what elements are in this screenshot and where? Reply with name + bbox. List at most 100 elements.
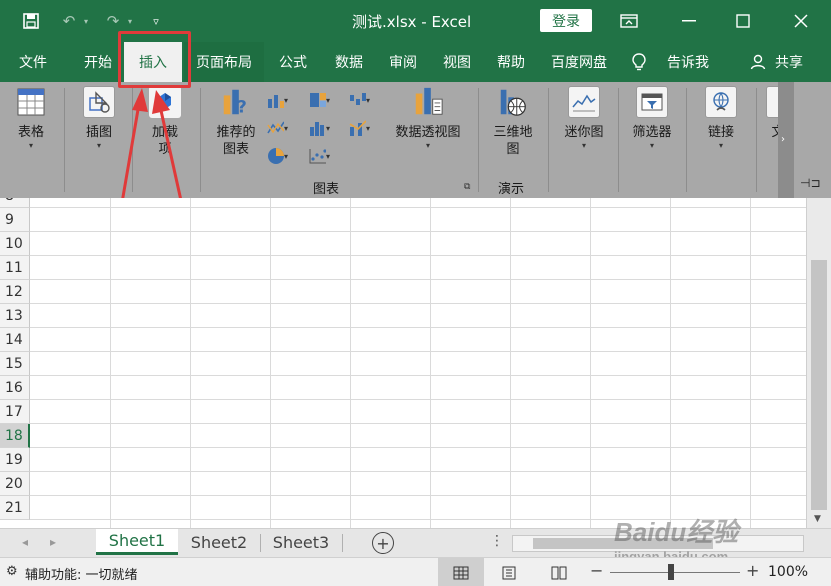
ribbon-scroll-right-icon: › — [781, 134, 785, 145]
row-header[interactable]: 21 — [0, 496, 30, 520]
ribbon-filters-button[interactable]: 筛选器 ▾ — [626, 86, 678, 150]
tell-me-search[interactable]: 告诉我 — [660, 42, 716, 82]
zoom-out-icon[interactable]: − — [590, 561, 603, 580]
pivot-chart-dropdown-icon: ▾ — [425, 141, 430, 150]
zoom-level[interactable]: 100% — [768, 564, 808, 580]
ribbon-separator — [548, 88, 549, 192]
links-label: 链接 — [707, 125, 734, 140]
add-sheet-icon[interactable]: + — [372, 532, 394, 554]
minimize-icon[interactable] — [674, 0, 704, 42]
pie-chart-icon[interactable]: ▾ — [266, 146, 288, 166]
sheet-prev-icon[interactable]: ◂ — [22, 535, 28, 549]
tab-help[interactable]: 帮助 — [486, 42, 536, 82]
row-header[interactable]: 12 — [0, 280, 30, 304]
row-header[interactable]: 17 — [0, 400, 30, 424]
sheet-separator — [342, 534, 343, 552]
sheet-tab-2[interactable]: Sheet2 — [180, 529, 258, 555]
save-icon[interactable] — [14, 0, 48, 42]
row-header[interactable]: 20 — [0, 472, 30, 496]
table-dropdown-icon: ▾ — [28, 141, 33, 150]
ribbon-display-options-icon[interactable] — [614, 0, 644, 42]
row-header[interactable]: 9 — [0, 208, 30, 232]
watermark-brand: Baidu经验 — [614, 517, 739, 547]
gridline — [670, 198, 671, 528]
ribbon-3d-map-button[interactable]: 三维地 图 — [486, 86, 540, 158]
lightbulb-icon[interactable] — [628, 42, 650, 82]
undo-dropdown-icon[interactable]: ▾ — [80, 0, 92, 42]
normal-view-icon[interactable] — [438, 558, 484, 586]
vertical-scroll-thumb[interactable] — [811, 260, 827, 510]
hierarchy-chart-icon[interactable]: ▾ — [308, 90, 330, 110]
page-layout-view-icon[interactable] — [486, 558, 532, 586]
statistic-chart-icon[interactable]: ▾ — [308, 118, 330, 138]
tab-file[interactable]: 文件 — [4, 42, 62, 82]
accessibility-status[interactable]: 辅助功能: 一切就绪 — [25, 564, 138, 583]
zoom-slider[interactable] — [610, 572, 740, 573]
login-button[interactable]: 登录 — [540, 9, 592, 32]
tab-baidu-netdisk[interactable]: 百度网盘 — [542, 42, 616, 82]
waterfall-chart-icon[interactable]: ▾ — [348, 90, 370, 110]
gridline — [750, 198, 751, 528]
tab-formulas[interactable]: 公式 — [268, 42, 318, 82]
ribbon-scroll-strip[interactable]: › — [778, 82, 794, 198]
recommended-charts-label: 推荐的 图表 — [216, 125, 256, 157]
sparklines-dropdown-icon: ▾ — [581, 141, 586, 150]
ribbon-recommended-charts-button[interactable]: ? 推荐的 图表 — [210, 86, 262, 158]
ribbon-links-button[interactable]: 链接 ▾ — [696, 86, 746, 150]
filters-label: 筛选器 — [632, 125, 672, 140]
tab-data[interactable]: 数据 — [324, 42, 374, 82]
pivot-chart-label: 数据透视图 — [395, 125, 461, 140]
row-header[interactable]: 10 — [0, 232, 30, 256]
row-header[interactable]: 8 — [0, 198, 30, 208]
share-button[interactable]: 共享 — [770, 42, 808, 82]
gridline — [30, 303, 806, 304]
row-header[interactable]: 15 — [0, 352, 30, 376]
zoom-slider-thumb[interactable] — [668, 564, 674, 580]
line-chart-icon[interactable]: ▾ — [266, 118, 288, 138]
sheet-separator — [260, 534, 261, 552]
svg-text:?: ? — [237, 96, 247, 116]
row-header[interactable]: 16 — [0, 376, 30, 400]
combo-chart-icon[interactable]: ▾ — [348, 118, 370, 138]
row-header[interactable]: 13 — [0, 304, 30, 328]
sheet-next-icon[interactable]: ▸ — [50, 535, 56, 549]
gridline — [30, 447, 806, 448]
links-dropdown-icon: ▾ — [718, 141, 723, 150]
gridline — [30, 279, 806, 280]
gridline — [30, 471, 806, 472]
pin-ribbon-icon[interactable]: ⊣⊐ — [800, 176, 821, 190]
gridline — [30, 351, 806, 352]
tab-view[interactable]: 视图 — [432, 42, 482, 82]
row-header[interactable]: 14 — [0, 328, 30, 352]
ribbon-table-button[interactable]: 表格 ▾ — [8, 86, 54, 150]
worksheet-grid[interactable]: 8 9 10 11 12 13 14 15 16 17 18 19 20 21 — [0, 198, 806, 528]
gridline — [270, 198, 271, 528]
person-icon[interactable] — [746, 42, 770, 82]
ribbon-pivot-chart-button[interactable]: 数据透视图 ▾ — [388, 86, 468, 150]
vertical-scrollbar[interactable]: ▼ — [806, 198, 831, 528]
maximize-icon[interactable] — [728, 0, 758, 42]
charts-dialog-launcher-icon[interactable]: ⧉ — [464, 182, 470, 192]
accessibility-icon[interactable]: ⚙ — [6, 564, 18, 579]
sparklines-label: 迷你图 — [564, 125, 604, 140]
sparkline-icon — [568, 86, 600, 118]
tab-review[interactable]: 审阅 — [378, 42, 428, 82]
close-icon[interactable] — [786, 0, 816, 42]
ribbon-separator — [686, 88, 687, 192]
column-chart-icon[interactable]: ▾ — [266, 90, 288, 110]
ribbon-sparklines-button[interactable]: 迷你图 ▾ — [558, 86, 610, 150]
scatter-chart-icon[interactable]: ▾ — [308, 146, 330, 166]
link-globe-icon — [705, 86, 737, 118]
sheet-tab-3[interactable]: Sheet3 — [262, 529, 340, 555]
scroll-down-icon[interactable]: ▼ — [814, 514, 821, 524]
filter-icon — [636, 86, 668, 118]
zoom-in-icon[interactable]: + — [746, 561, 759, 580]
tab-page-layout[interactable]: 页面布局 — [184, 42, 264, 82]
page-break-view-icon[interactable] — [536, 558, 582, 586]
sheet-tab-1[interactable]: Sheet1 — [96, 529, 178, 555]
row-header[interactable]: 19 — [0, 448, 30, 472]
more-options-icon[interactable]: ⋮ — [490, 533, 504, 549]
row-header[interactable]: 11 — [0, 256, 30, 280]
row-header-selected[interactable]: 18 — [0, 424, 30, 448]
ribbon-separator — [618, 88, 619, 192]
